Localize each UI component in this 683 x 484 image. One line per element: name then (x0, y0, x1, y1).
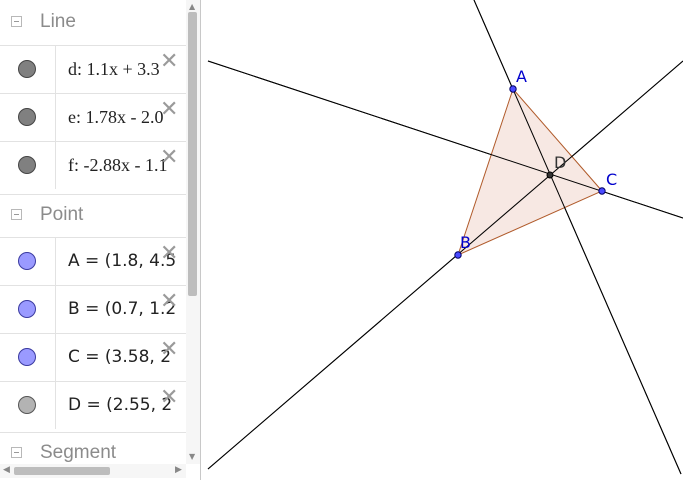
vertical-scrollbar[interactable]: ▲ ▼ (186, 0, 200, 464)
row-clip: A = (1.8, 4.5 (0, 238, 186, 285)
horizontal-scroll-thumb[interactable] (14, 467, 110, 475)
point-d[interactable] (546, 171, 554, 179)
algebra-view: Line d: 1.1x + 3.3 ✕ e: 1.78x - 2.0 ✕ f:… (0, 0, 200, 480)
group-label: Point (40, 204, 84, 225)
delete-icon[interactable]: ✕ (160, 51, 178, 73)
line-d-overlay (207, 60, 683, 219)
row-clip: e: 1.78x - 2.0 (0, 94, 186, 141)
line-d-definition[interactable]: d: 1.1x + 3.3 (68, 59, 160, 80)
row-clip: f: -2.88x - 1.1 (0, 142, 186, 189)
scroll-left-icon[interactable]: ◀ (3, 465, 10, 475)
delete-icon[interactable]: ✕ (160, 147, 178, 169)
row-clip: D = (2.55, 2 (0, 382, 186, 429)
row-clip: C = (3.58, 2 (0, 334, 186, 381)
point-a-label: A (516, 67, 527, 86)
line-f-definition[interactable]: f: -2.88x - 1.1 (68, 155, 167, 176)
algebra-row-line-f[interactable]: f: -2.88x - 1.1 ✕ (0, 141, 186, 189)
scroll-right-icon[interactable]: ▶ (175, 465, 182, 475)
vertical-scroll-thumb[interactable] (188, 12, 197, 296)
delete-icon[interactable]: ✕ (160, 243, 178, 265)
algebra-row-line-e[interactable]: e: 1.78x - 2.0 ✕ (0, 93, 186, 141)
group-label: Line (40, 11, 76, 32)
graphics-canvas[interactable]: A B C D (201, 0, 683, 480)
collapse-icon[interactable] (11, 447, 22, 458)
point-c-definition[interactable]: C = (3.58, 2 (68, 347, 171, 367)
group-label: Segment (40, 442, 117, 463)
triangle-abc[interactable] (457, 88, 603, 256)
point-d-label: D (554, 153, 566, 172)
line-e-overlay (207, 60, 683, 470)
algebra-row-line-d[interactable]: d: 1.1x + 3.3 ✕ (0, 45, 186, 93)
point-a[interactable] (509, 85, 517, 93)
collapse-icon[interactable] (11, 16, 22, 27)
row-clip: B = (0.7, 1.2 (0, 286, 186, 333)
line-f-overlay (473, 0, 682, 475)
delete-icon[interactable]: ✕ (160, 339, 178, 361)
algebra-row-point-b[interactable]: B = (0.7, 1.2 ✕ (0, 285, 186, 333)
horizontal-scrollbar[interactable]: ◀ ▶ (0, 464, 186, 478)
group-header-point[interactable]: Point (0, 194, 186, 238)
algebra-row-point-d[interactable]: D = (2.55, 2 ✕ (0, 381, 186, 429)
graphics-view[interactable]: A B C D (201, 0, 683, 480)
scroll-up-icon[interactable]: ▲ (189, 2, 195, 11)
point-c[interactable] (598, 187, 606, 195)
line-e-definition[interactable]: e: 1.78x - 2.0 (68, 107, 163, 128)
delete-icon[interactable]: ✕ (160, 291, 178, 313)
group-header-line[interactable]: Line (0, 2, 186, 46)
point-d-definition[interactable]: D = (2.55, 2 (68, 395, 172, 415)
point-c-label: C (606, 170, 617, 189)
point-b-label: B (460, 233, 471, 252)
delete-icon[interactable]: ✕ (160, 387, 178, 409)
row-clip: d: 1.1x + 3.3 (0, 46, 186, 93)
point-b[interactable] (454, 251, 462, 259)
collapse-icon[interactable] (11, 209, 22, 220)
algebra-row-point-c[interactable]: C = (3.58, 2 ✕ (0, 333, 186, 381)
delete-icon[interactable]: ✕ (160, 99, 178, 121)
scroll-down-icon[interactable]: ▼ (189, 452, 195, 461)
algebra-row-point-a[interactable]: A = (1.8, 4.5 ✕ (0, 237, 186, 285)
